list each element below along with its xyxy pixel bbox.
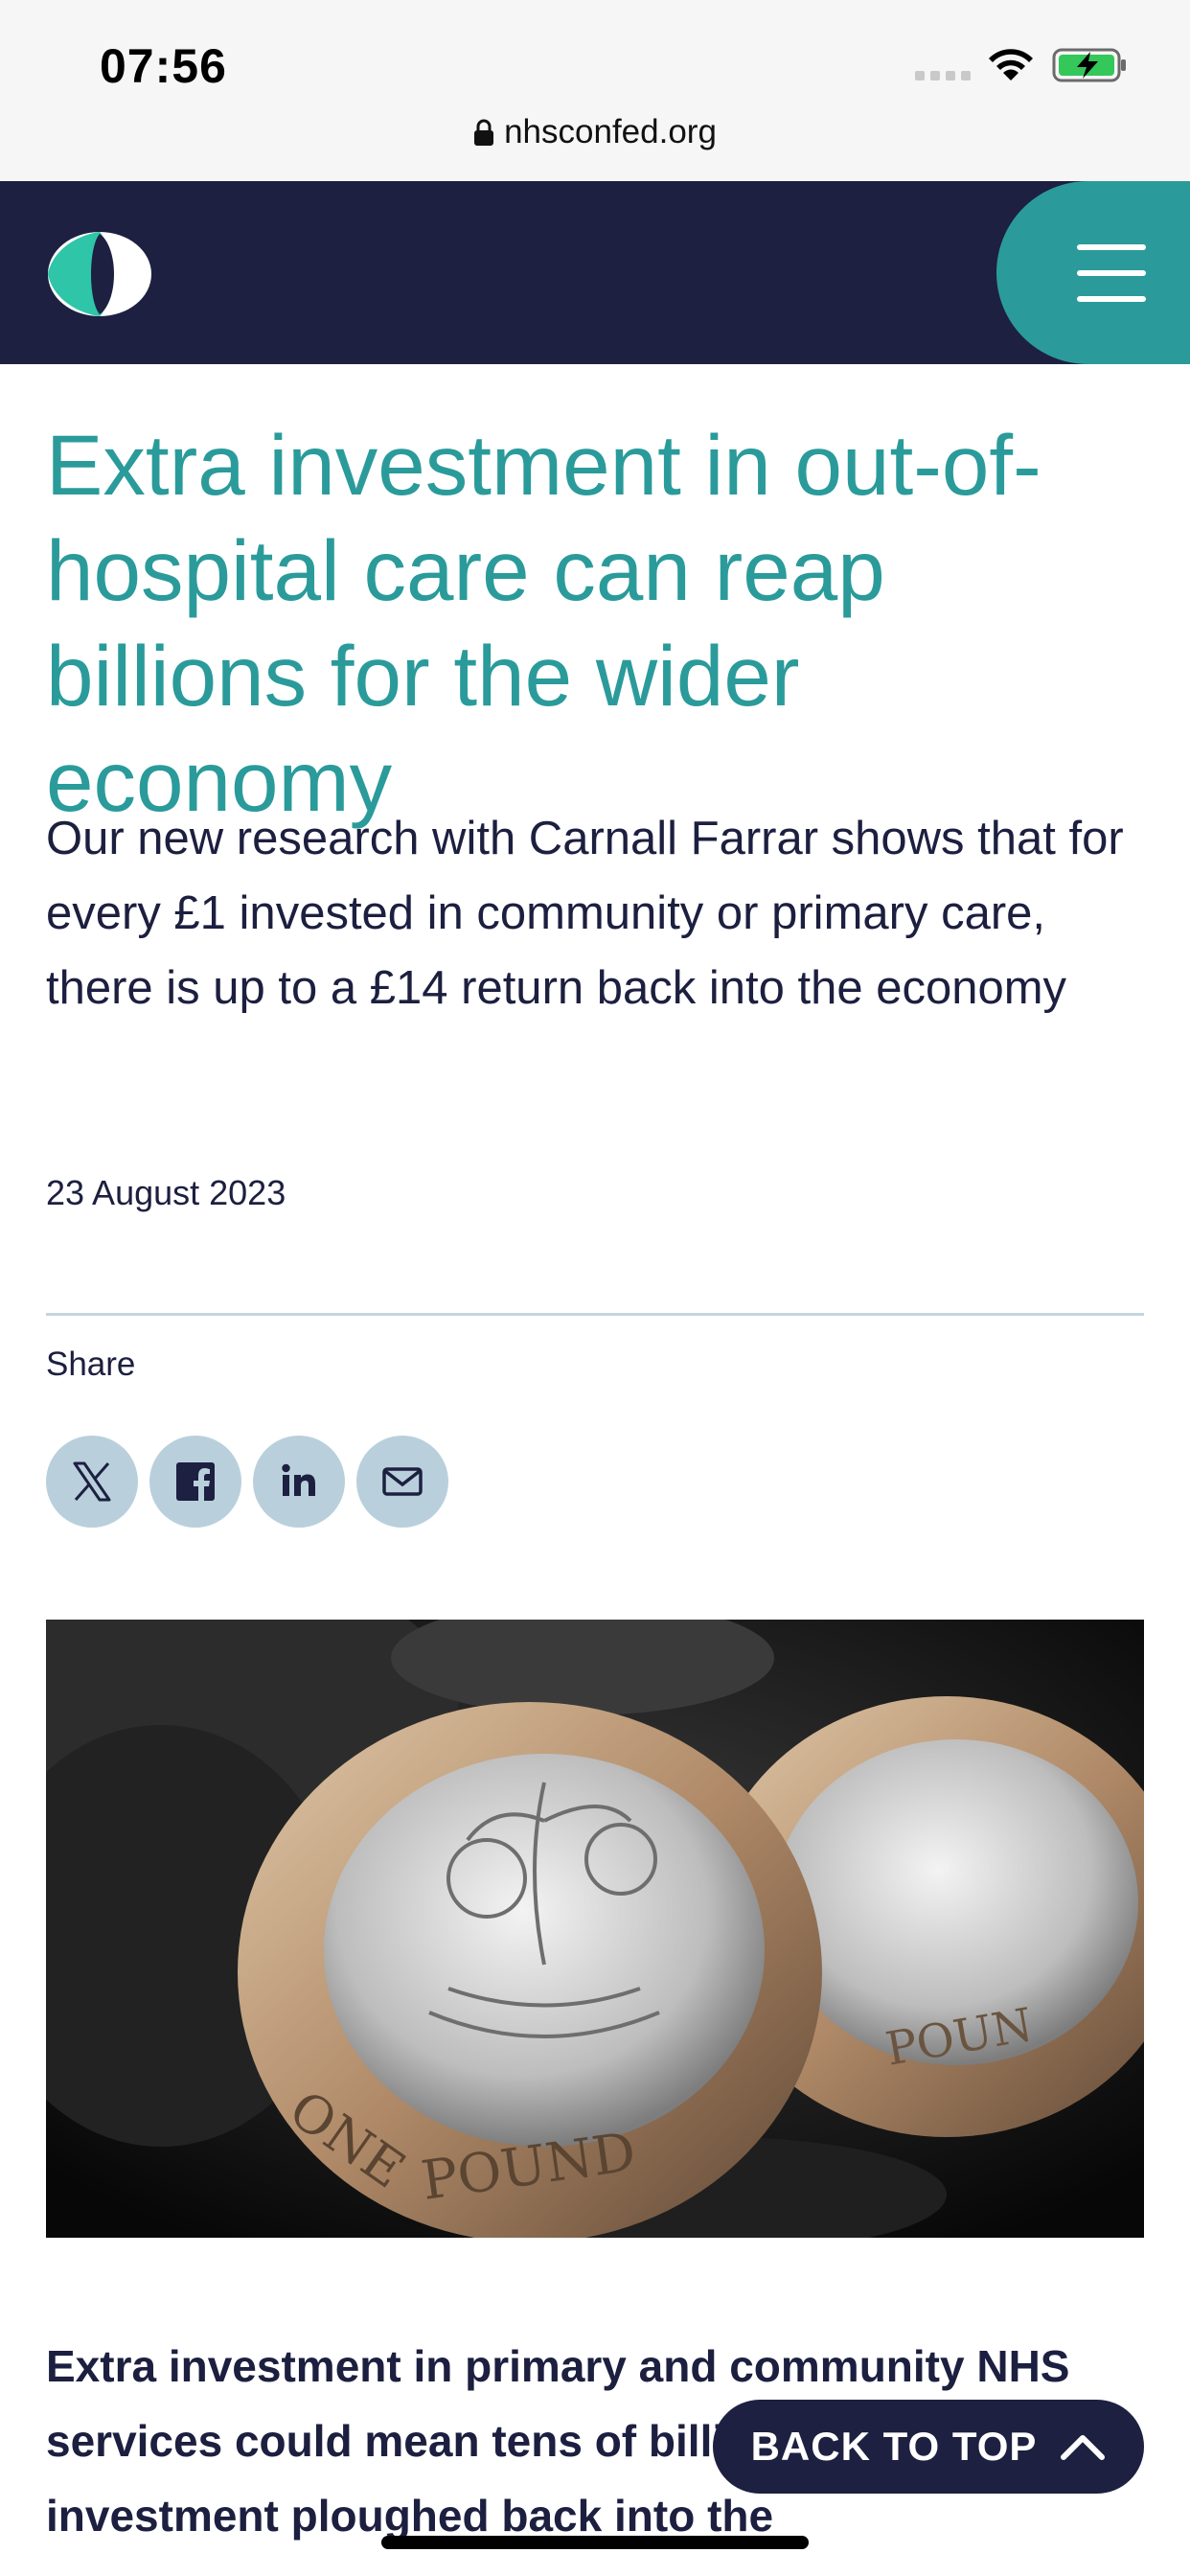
nhs-confed-logo-icon[interactable] [46, 230, 153, 318]
facebook-icon [176, 1462, 215, 1501]
lock-icon [474, 119, 494, 146]
menu-button[interactable] [996, 181, 1190, 364]
home-indicator[interactable] [381, 2536, 809, 2549]
email-icon [382, 1467, 423, 1496]
hamburger-menu-icon [1077, 244, 1146, 250]
share-email-button[interactable] [356, 1436, 448, 1528]
share-linkedin-button[interactable] [253, 1436, 345, 1528]
share-x-button[interactable] [46, 1436, 138, 1528]
share-label: Share [46, 1346, 136, 1383]
back-to-top-label: BACK TO TOP [750, 2424, 1038, 2469]
pound-coins-image: POUN ONE POUND [46, 1620, 1144, 2238]
hamburger-menu-icon-bar [1077, 296, 1146, 302]
share-buttons [46, 1436, 448, 1528]
article-date: 23 August 2023 [46, 1173, 286, 1212]
divider [46, 1313, 1144, 1316]
back-to-top-button[interactable]: BACK TO TOP [713, 2400, 1144, 2494]
wifi-icon [989, 49, 1033, 80]
chevron-up-icon [1061, 2435, 1106, 2460]
article-title: Extra investment in out-of-hospital care… [46, 417, 1041, 829]
linkedin-icon [282, 1463, 315, 1496]
cellular-signal-icon [915, 71, 971, 80]
article-lede: Our new research with Carnall Farrar sho… [46, 813, 1124, 1014]
hamburger-menu-icon-bar [1077, 270, 1146, 276]
browser-top-bar: 07:56 nhsconfed.org [0, 0, 1190, 181]
status-time: 07:56 [100, 39, 227, 93]
x-icon [73, 1461, 111, 1502]
url-text: nhsconfed.org [504, 113, 717, 150]
battery-charging-icon [1052, 48, 1126, 82]
share-facebook-button[interactable] [149, 1436, 241, 1528]
address-bar[interactable]: nhsconfed.org [0, 113, 1190, 151]
